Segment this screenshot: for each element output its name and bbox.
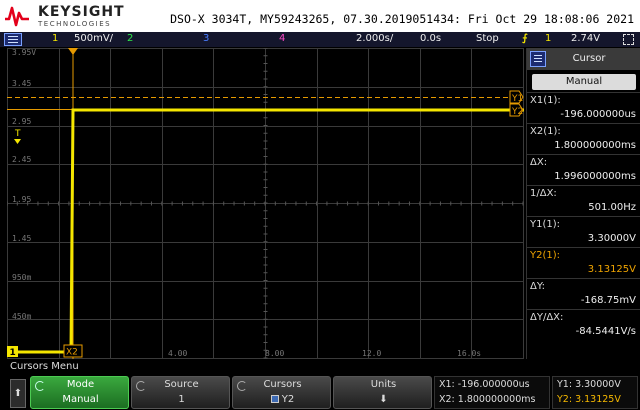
readout-label: ΔY/ΔX: (530, 312, 564, 323)
cursor-readout-x2: X2(1): 1.800000000ms (527, 123, 640, 154)
readout-value: 3.30000V (587, 233, 636, 244)
run-state[interactable]: Stop (476, 33, 499, 44)
channel-1-scale[interactable]: 500mV/ (74, 33, 113, 44)
source-softkey[interactable]: Source 1 (131, 376, 230, 409)
y-axis-label: 3.95V (12, 48, 37, 57)
softkey-bar: ⬆ Mode Manual Source 1 Cursors Y2 Units … (0, 375, 640, 410)
softkey-label: Source (164, 379, 199, 390)
menu-back-button[interactable]: ⬆ (10, 379, 26, 408)
units-softkey[interactable]: Units ⬇ (333, 376, 432, 409)
softkey-value-text: Y2 (281, 394, 295, 405)
trigger-channel[interactable]: 1 (545, 33, 551, 44)
fullscreen-icon[interactable] (623, 34, 634, 45)
cursor-readout-x1: X1(1): -196.000000us (527, 92, 640, 123)
y2-cursor-label: Y2 (511, 107, 523, 117)
readout-value: -196.000000us (560, 109, 636, 120)
x-axis-label: 16.0s (457, 349, 482, 358)
readout-label: X2(1): (530, 126, 561, 137)
y-axis-label: 2.95 (12, 117, 32, 126)
y-axis-label: 1.45 (12, 234, 32, 243)
softkey-label: Mode (66, 379, 95, 390)
readout-value: 501.00Hz (588, 202, 636, 213)
y-axis-label: 950m (12, 273, 32, 282)
x-cursor-readout: X1: -196.000000us X2: 1.800000000ms (434, 376, 550, 409)
x-axis-label: 4.00 (168, 349, 188, 358)
cursors-softkey[interactable]: Cursors Y2 (232, 376, 331, 409)
panel-header: Cursor (527, 48, 640, 70)
panel-title: Cursor (572, 53, 606, 64)
time-delay[interactable]: 0.0s (420, 33, 441, 44)
status-bar: 1 500mV/ 2 3 4 2.000s/ 0.0s Stop ⨍ 1 2.7… (0, 32, 640, 47)
cursor-readout-slope: ΔY/ΔX: -84.5441V/s (527, 309, 640, 340)
softkey-value: Y2 (233, 394, 332, 405)
readout-value: -168.75mV (580, 295, 636, 306)
y-axis-label: 2.45 (12, 155, 32, 164)
scope-info: DSO-X 3034T, MY59243265, 07.30.201905143… (170, 12, 634, 26)
trigger-level-marker (14, 139, 21, 144)
softkey-value: Manual (62, 394, 99, 405)
oscilloscope-screen: KEYSIGHT TECHNOLOGIES DSO-X 3034T, MY592… (0, 0, 640, 410)
y-cursor-readout: Y1: 3.30000V Y2: 3.13125V (552, 376, 638, 409)
cursor-panel: Cursor Manual X1(1): -196.000000us X2(1)… (526, 48, 640, 359)
trigger-level[interactable]: 2.74V (571, 33, 600, 44)
readout-label: ΔX: (530, 157, 548, 168)
readout-value: 1.800000000ms (554, 140, 636, 151)
mode-softkey[interactable]: Mode Manual (30, 376, 129, 409)
channel-1-number[interactable]: 1 (52, 33, 58, 44)
readout-value: -84.5441V/s (575, 326, 636, 337)
brand-subtitle: TECHNOLOGIES (38, 20, 112, 28)
readout-label: Y2(1): (530, 250, 561, 261)
x-axis-label: 12.0 (362, 349, 382, 358)
y1-readout: Y1: 3.30000V (557, 379, 621, 390)
readout-value: 3.13125V (587, 264, 636, 275)
softkey-value: 1 (178, 394, 185, 405)
channel-4-number[interactable]: 4 (279, 33, 285, 44)
softkey-label: Units (370, 379, 397, 390)
cursor-readout-inverse-delta-x: 1/ΔX: 501.00Hz (527, 185, 640, 216)
cursor-mode-button[interactable]: Manual (532, 74, 636, 90)
readout-label: ΔY: (530, 281, 545, 292)
y-axis-label: 3.45 (12, 79, 32, 88)
y1-cursor-label: Y1 (511, 94, 523, 104)
cursor-readout-y1: Y1(1): 3.30000V (527, 216, 640, 247)
keysight-logo-icon (5, 6, 29, 27)
cursor-readout-y2: Y2(1): 3.13125V (527, 247, 640, 278)
channel-1-marker-label: 1 (10, 348, 16, 358)
main-menu-icon[interactable] (4, 33, 22, 46)
graticule-grid: Y1 Y2 X2 1 T (7, 48, 524, 359)
brand-name: KEYSIGHT (38, 4, 125, 20)
trigger-edge-icon: ⨍ (522, 33, 528, 44)
readout-value: 1.996000000ms (554, 171, 636, 182)
x-axis-label: 8.00 (265, 349, 285, 358)
x2-cursor-label: X2 (66, 348, 78, 358)
softkey-label: Cursors (263, 379, 302, 390)
cursor-readout-delta-y: ΔY: -168.75mV (527, 278, 640, 309)
timebase-scale[interactable]: 2.000s/ (356, 33, 393, 44)
cursor-readout-delta-x: ΔX: 1.996000000ms (527, 154, 640, 185)
menu-title: Cursors Menu (0, 359, 640, 375)
title-bar: KEYSIGHT TECHNOLOGIES DSO-X 3034T, MY592… (0, 0, 640, 32)
readout-label: X1(1): (530, 95, 561, 106)
y-axis-label: 1.95 (12, 195, 32, 204)
waveform-display[interactable]: Y1 Y2 X2 1 T 3.95V 3.45 2.95 2.45 1.95 1.45 … (7, 48, 524, 359)
x2-readout: X2: 1.800000000ms (439, 394, 536, 405)
readout-label: Y1(1): (530, 219, 561, 230)
checkbox-icon (270, 395, 279, 403)
channel-3-number[interactable]: 3 (203, 33, 209, 44)
channel-2-number[interactable]: 2 (127, 33, 133, 44)
trigger-level-label: T (14, 129, 21, 139)
y-axis-label: 450m (12, 312, 32, 321)
x1-readout: X1: -196.000000us (439, 379, 530, 390)
y2-readout: Y2: 3.13125V (557, 394, 621, 405)
down-arrow-icon: ⬇ (379, 394, 388, 405)
readout-label: 1/ΔX: (530, 188, 557, 199)
